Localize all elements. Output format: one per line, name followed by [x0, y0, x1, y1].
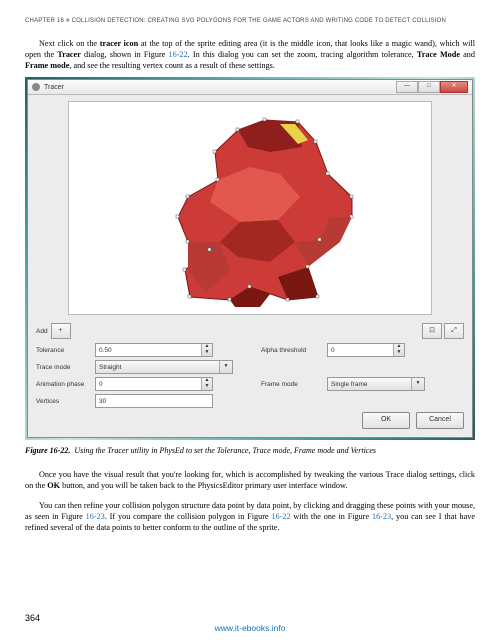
- zoom-expand-button[interactable]: ⤢: [444, 323, 464, 339]
- add-plus-button[interactable]: +: [51, 323, 71, 339]
- chapter-label: CHAPTER 16: [25, 18, 64, 24]
- spinner-arrows-icon[interactable]: ▲▼: [201, 378, 212, 390]
- trace-mode-label: Trace mode: [36, 364, 91, 371]
- page-header: CHAPTER 16 ■ COLLISION DETECTION: CREATI…: [25, 18, 475, 24]
- spinner-arrows-icon[interactable]: ▲▼: [393, 344, 404, 356]
- chevron-down-icon: ▼: [219, 361, 232, 373]
- paragraph-2: Once you have the visual result that you…: [25, 469, 475, 491]
- titlebar[interactable]: Tracer — □ ✕: [28, 80, 472, 95]
- paragraph-3: You can then refine your collision polyg…: [25, 500, 475, 533]
- sprite-canvas[interactable]: [68, 101, 432, 315]
- window-title: Tracer: [44, 84, 64, 91]
- alpha-threshold-spinner[interactable]: 0 ▲▼: [327, 343, 405, 357]
- figure-link-16-23[interactable]: 16-23: [86, 512, 105, 521]
- figure-caption: Figure 16-22. Using the Tracer utility i…: [25, 446, 475, 455]
- controls-panel: Add + ⊡ ⤢ Tolerance 0.50 ▲▼ Alpha thresh…: [28, 319, 472, 437]
- paragraph-1: Next click on the tracer icon at the top…: [25, 38, 475, 71]
- app-icon: [32, 83, 40, 91]
- alpha-threshold-label: Alpha threshold: [261, 347, 323, 354]
- animation-phase-label: Animation phase: [36, 381, 91, 388]
- footer-link[interactable]: www.it-ebooks.info: [215, 623, 286, 633]
- figure-16-22: Tracer — □ ✕: [25, 77, 475, 440]
- zoom-fit-button[interactable]: ⊡: [422, 323, 442, 339]
- close-button[interactable]: ✕: [440, 81, 468, 93]
- ok-button[interactable]: OK: [362, 412, 410, 429]
- spinner-arrows-icon[interactable]: ▲▼: [201, 344, 212, 356]
- figure-link-16-23-b[interactable]: 16-23: [372, 512, 391, 521]
- chevron-down-icon: ▼: [411, 378, 424, 390]
- vertices-label: Vertices: [36, 398, 91, 405]
- animation-phase-spinner[interactable]: 0 ▲▼: [95, 377, 213, 391]
- cancel-button[interactable]: Cancel: [416, 412, 464, 429]
- figure-link-16-22[interactable]: 16-22: [169, 50, 188, 59]
- frame-mode-label: Frame mode: [261, 381, 323, 388]
- trace-mode-combo[interactable]: Straight ▼: [95, 360, 233, 374]
- maximize-button[interactable]: □: [418, 81, 440, 93]
- vertices-readout: 30: [95, 394, 213, 408]
- tracer-dialog: Tracer — □ ✕: [27, 79, 473, 438]
- frame-mode-combo[interactable]: Single frame ▼: [327, 377, 425, 391]
- tolerance-spinner[interactable]: 0.50 ▲▼: [95, 343, 213, 357]
- add-label: Add: [36, 328, 48, 335]
- page-number: 364: [25, 613, 40, 623]
- minimize-button[interactable]: —: [396, 81, 418, 93]
- sprite-polygon-preview: [69, 102, 431, 314]
- tolerance-label: Tolerance: [36, 347, 91, 354]
- header-separator: ■: [66, 18, 70, 24]
- figure-link-16-22-b[interactable]: 16-22: [271, 512, 290, 521]
- chapter-title: COLLISION DETECTION: CREATING SVG POLYGO…: [72, 18, 446, 24]
